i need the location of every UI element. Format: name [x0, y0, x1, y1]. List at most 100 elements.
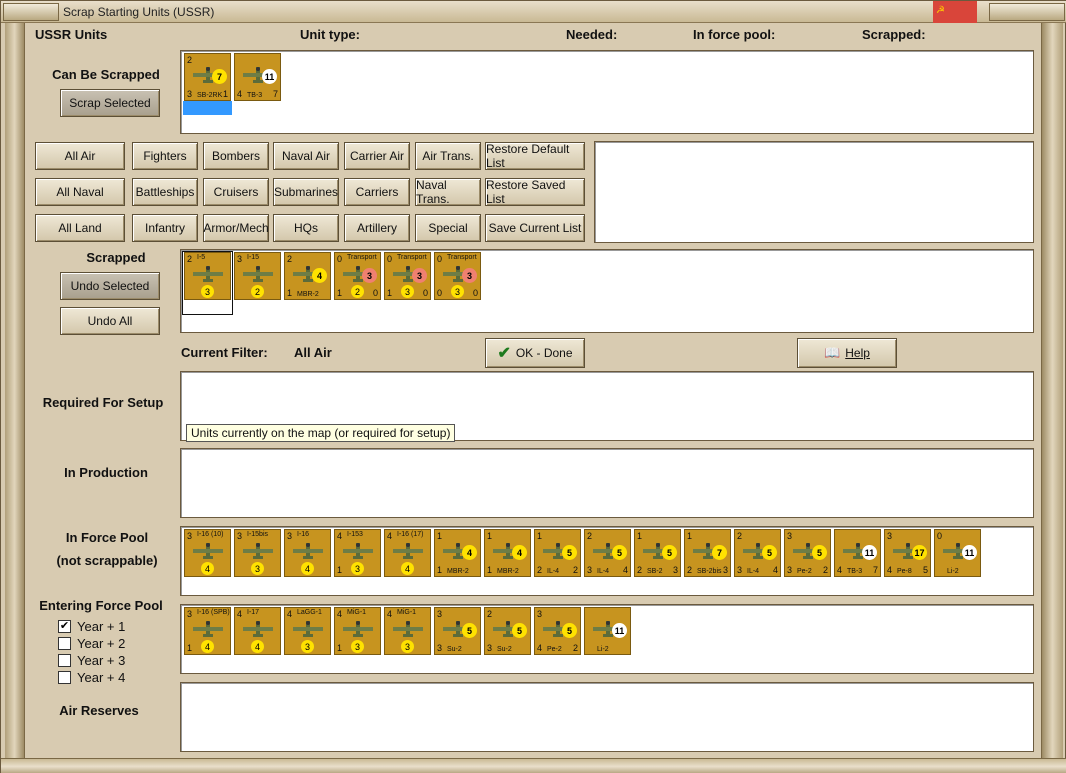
scrapped-panel: 2 I-5 3 3 I-15 2 2 4 1 MBR-2 0 Transport 3 1 2 0 0 Transp…: [180, 249, 1034, 333]
filter-button[interactable]: Naval Air: [273, 142, 339, 170]
unit-counter[interactable]: 3 5 4 Pe-2 2: [534, 607, 581, 655]
filter-button[interactable]: Fighters: [132, 142, 198, 170]
filter-button[interactable]: Carriers: [344, 178, 410, 206]
aircraft-icon: [243, 621, 273, 637]
filter-button[interactable]: All Air: [35, 142, 125, 170]
in-force-pool-panel: 3 I-16 (10) 4 3 I-15bis 3 3 I-16 4 4 I-153 1 3 4 I-16 …: [180, 526, 1034, 596]
unit-counter[interactable]: 1 4 1 MBR-2: [484, 529, 531, 577]
counter-bottom-name: Su-2: [497, 646, 512, 653]
unit-counter[interactable]: 2 7 3 SB-2RK 1: [184, 53, 231, 101]
unit-counter[interactable]: 4 I-153 1 3: [334, 529, 381, 577]
unit-counter[interactable]: 4 I-16 (17) 4: [384, 529, 431, 577]
unit-counter[interactable]: 0 Transport 3 1 2 0: [334, 252, 381, 300]
unit-counter[interactable]: 0 Transport 3 0 3 0: [434, 252, 481, 300]
unit-counter[interactable]: 11 4 TB-3 7: [234, 53, 281, 101]
counter-top-value: 1: [487, 531, 493, 541]
counter-top-value: 3: [187, 609, 193, 619]
in-production-panel: [180, 448, 1034, 518]
help-button[interactable]: 📖 Help: [797, 338, 897, 368]
counter-bottom-name: Pe-8: [897, 568, 912, 575]
unit-counter[interactable]: 4 I-17 4: [234, 607, 281, 655]
unit-counter[interactable]: 3 I-16 (SPB) 1 4: [184, 607, 231, 655]
unit-counter[interactable]: 4 LaGG-1 3: [284, 607, 331, 655]
counter-top-value: 2: [587, 531, 593, 541]
filter-button[interactable]: All Naval: [35, 178, 125, 206]
unit-counter[interactable]: 1 5 2 IL-4 2: [534, 529, 581, 577]
filter-button[interactable]: Restore Default List: [485, 142, 585, 170]
year-checkbox[interactable]: [58, 671, 71, 684]
unit-counter[interactable]: 1 5 2 SB-2 3: [634, 529, 681, 577]
counter-badge: 5: [562, 623, 577, 638]
filter-button[interactable]: Infantry: [132, 214, 198, 242]
filter-button[interactable]: Carrier Air: [344, 142, 410, 170]
unit-counter[interactable]: 2 5 3 IL-4 4: [584, 529, 631, 577]
filter-button[interactable]: HQs: [273, 214, 339, 242]
aircraft-icon: [293, 621, 323, 637]
scrapped-label: Scrapped: [86, 250, 146, 265]
year-checkbox-label[interactable]: Year + 2: [77, 636, 125, 651]
counter-top-value: 0: [437, 254, 443, 264]
undo-all-button[interactable]: Undo All: [60, 307, 160, 335]
counter-name: Transport: [447, 254, 477, 261]
year-checkbox[interactable]: [58, 637, 71, 650]
counter-bottom-right: 4: [622, 565, 628, 575]
filter-button[interactable]: Cruisers: [203, 178, 269, 206]
counter-bottom-badge: 4: [301, 562, 314, 575]
unit-counter[interactable]: 3 17 4 Pe-8 5: [884, 529, 931, 577]
filter-button[interactable]: Submarines: [273, 178, 339, 206]
undo-selected-button[interactable]: Undo Selected: [60, 272, 160, 300]
unit-counter[interactable]: 3 I-15 2: [234, 252, 281, 300]
unit-counter[interactable]: 2 5 3 Su-2: [484, 607, 531, 655]
aircraft-icon: [243, 543, 273, 559]
counter-name: I-16 (SPB): [197, 609, 230, 616]
unit-counter[interactable]: 0 Transport 3 1 3 0: [384, 252, 431, 300]
unit-counter[interactable]: 1 4 1 MBR-2: [434, 529, 481, 577]
year-checkbox-label[interactable]: Year + 4: [77, 670, 125, 685]
counter-top-value: 4: [237, 609, 243, 619]
year-checkbox-label[interactable]: Year + 3: [77, 653, 125, 668]
counter-bottom-left: 4: [537, 643, 543, 653]
filter-button[interactable]: Air Trans.: [415, 142, 481, 170]
filter-button[interactable]: Battleships: [132, 178, 198, 206]
year-checkbox-label[interactable]: Year + 1: [77, 619, 125, 634]
filter-button[interactable]: Armor/Mech: [203, 214, 269, 242]
counter-bottom-name: MBR-2: [447, 568, 469, 575]
filter-button[interactable]: Naval Trans.: [415, 178, 481, 206]
unit-counter[interactable]: 3 I-16 (10) 4: [184, 529, 231, 577]
filter-button[interactable]: Special: [415, 214, 481, 242]
window-title: Scrap Starting Units (USSR): [63, 5, 215, 19]
unit-counter[interactable]: 11 Li-2: [584, 607, 631, 655]
counter-top-value: 3: [237, 531, 243, 541]
unit-counter[interactable]: 11 4 TB-3 7: [834, 529, 881, 577]
unit-counter[interactable]: 2 5 3 IL-4 4: [734, 529, 781, 577]
counter-badge: 5: [512, 623, 527, 638]
aircraft-icon: [193, 621, 223, 637]
counter-badge: 4: [312, 268, 327, 283]
filter-button[interactable]: Save Current List: [485, 214, 585, 242]
unit-counter[interactable]: 0 11 Li-2: [934, 529, 981, 577]
unit-counter[interactable]: 3 5 3 Pe-2 2: [784, 529, 831, 577]
filter-button[interactable]: Restore Saved List: [485, 178, 585, 206]
counter-bottom-name: TB-3: [847, 568, 863, 575]
system-menu-button[interactable]: [3, 3, 59, 21]
ok-done-button[interactable]: ✔ OK - Done: [485, 338, 585, 368]
counter-bottom-badge: 2: [351, 285, 364, 298]
unit-counter[interactable]: 3 I-15bis 3: [234, 529, 281, 577]
selection-highlight: [183, 101, 232, 115]
unit-counter[interactable]: 2 4 1 MBR-2: [284, 252, 331, 300]
unit-counter[interactable]: 3 I-16 4: [284, 529, 331, 577]
counter-bottom-name: Su-2: [447, 646, 462, 653]
year-checkbox[interactable]: [58, 654, 71, 667]
filter-button[interactable]: Bombers: [203, 142, 269, 170]
unit-counter[interactable]: 4 MiG-1 1 3: [334, 607, 381, 655]
unit-counter[interactable]: 1 7 2 SB-2bis 3: [684, 529, 731, 577]
unit-counter[interactable]: 3 5 3 Su-2: [434, 607, 481, 655]
counter-top-value: 3: [187, 531, 193, 541]
unit-counter[interactable]: 4 MiG-1 3: [384, 607, 431, 655]
counter-name: I-153: [347, 531, 363, 538]
close-button[interactable]: [989, 3, 1065, 21]
filter-button[interactable]: All Land: [35, 214, 125, 242]
filter-button[interactable]: Artillery: [344, 214, 410, 242]
year-checkbox[interactable]: ✔: [58, 620, 71, 633]
scrap-selected-button[interactable]: Scrap Selected: [60, 89, 160, 117]
